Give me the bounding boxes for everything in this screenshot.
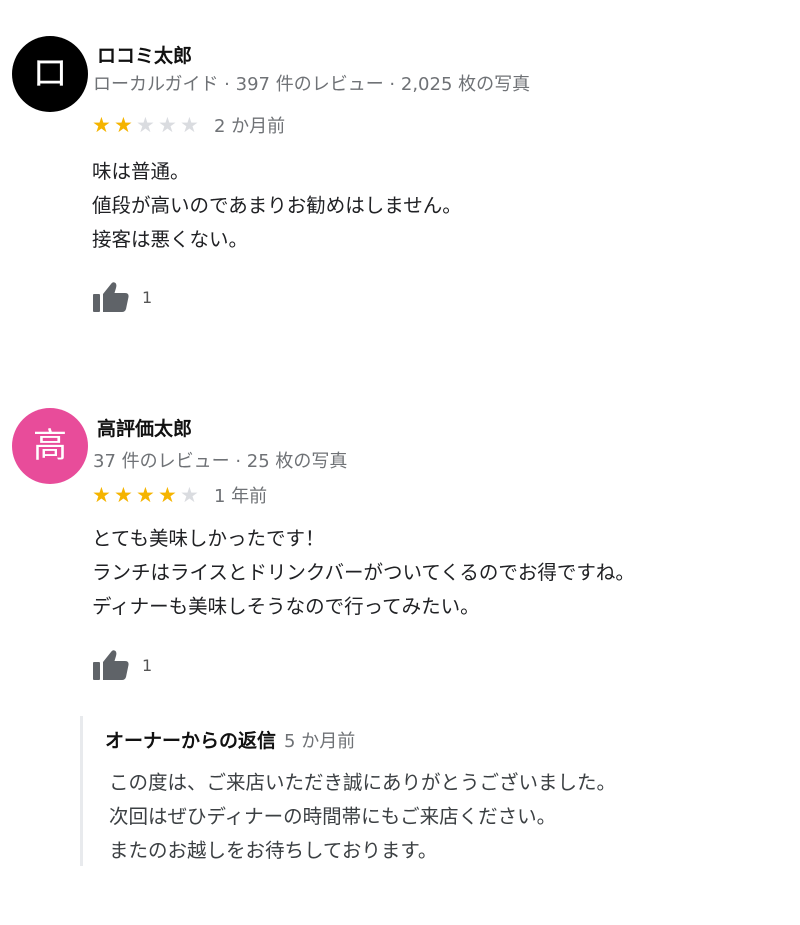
owner-reply-line: またのお越しをお待ちしております。 [109,839,438,862]
star-icon: ★ [158,112,177,137]
star-rating: ★ ★ ★ ★ ★ [92,112,202,137]
reviewer-name[interactable]: 高評価太郎 [97,414,192,441]
star-icon: ★ [114,112,133,137]
review-text-line: ランチはライスとドリンクバーがついてくるのでお得ですね。 [92,561,635,584]
review-date: 1 年前 [214,486,268,507]
star-icon: ★ [92,482,111,507]
review-text-line: ディナーも美味しそうなので行ってみたい。 [92,595,480,618]
owner-reply-header: オーナーからの返信 5 か月前 [105,726,355,753]
rating-row: ★ ★ ★ ★ ★ 2 か月前 [92,112,285,138]
thumbs-up-icon[interactable] [92,648,132,682]
avatar[interactable]: ロ [12,36,88,112]
owner-reply-title: オーナーからの返信 [105,730,277,752]
review-text-line: とても美味しかったです！ [92,527,325,550]
owner-reply: オーナーからの返信 5 か月前 この度は、ご来店いただき誠にありがとうございまし… [80,716,763,866]
reviewer-meta: 37 件のレビュー · 25 枚の写真 [93,451,348,472]
rating-row: ★ ★ ★ ★ ★ 1 年前 [92,482,267,508]
reviewer-meta: ローカルガイド · 397 件のレビュー · 2,025 枚の写真 [93,74,531,95]
star-icon: ★ [180,482,199,507]
like-count: 1 [142,655,153,675]
owner-reply-line: この度は、ご来店いただき誠にありがとうございました。 [109,771,617,794]
star-icon: ★ [114,482,133,507]
review-text-line: 値段が高いのであまりお勧めはしません。 [92,194,462,217]
star-icon: ★ [136,112,155,137]
star-rating: ★ ★ ★ ★ ★ [92,482,202,507]
owner-reply-date: 5 か月前 [284,731,356,752]
review-text: 味は普通。 値段が高いのであまりお勧めはしません。 接客は悪くない。 [92,155,462,257]
review-text-line: 接客は悪くない。 [92,228,249,251]
reviewer-name[interactable]: ロコミ太郎 [97,41,192,68]
star-icon: ★ [158,482,177,507]
star-icon: ★ [180,112,199,137]
review-text: とても美味しかったです！ ランチはライスとドリンクバーがついてくるのでお得ですね… [92,522,635,624]
like-button[interactable]: 1 [92,280,152,314]
owner-reply-line: 次回はぜひディナーの時間帯にもご来店ください。 [109,805,557,828]
star-icon: ★ [136,482,155,507]
owner-reply-text: この度は、ご来店いただき誠にありがとうございました。 次回はぜひディナーの時間帯… [109,766,616,868]
like-button[interactable]: 1 [92,648,152,682]
review-date: 2 か月前 [214,116,286,137]
like-count: 1 [142,287,153,307]
star-icon: ★ [92,112,111,137]
review-text-line: 味は普通。 [92,160,190,183]
thumbs-up-icon[interactable] [92,280,132,314]
avatar[interactable]: 高 [12,408,88,484]
